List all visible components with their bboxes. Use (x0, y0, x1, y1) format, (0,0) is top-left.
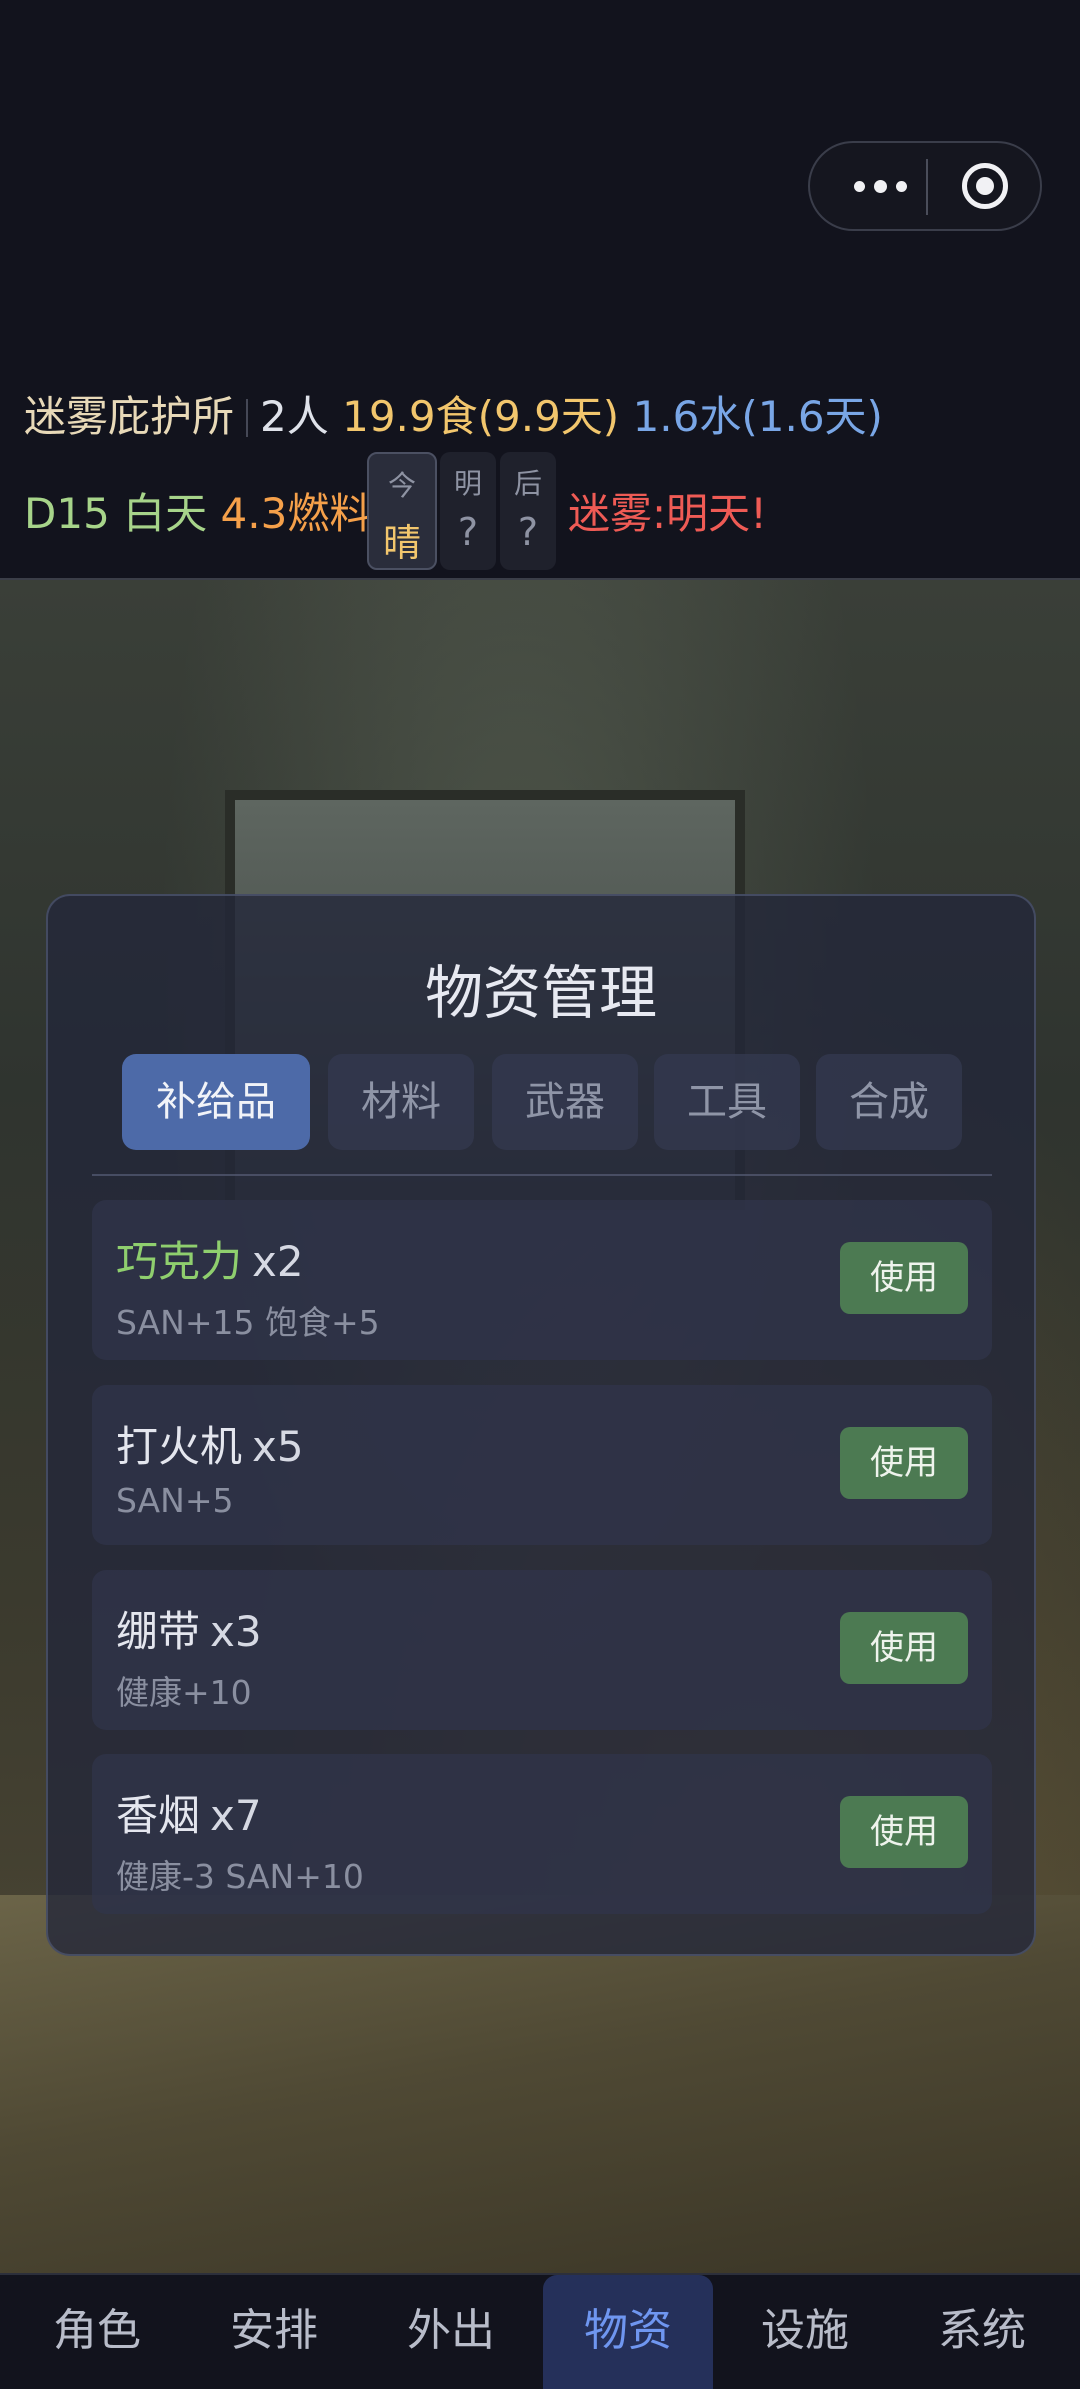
nav-item-character[interactable]: 角色 (12, 2275, 182, 2389)
item-desc: 健康+10 (116, 1673, 252, 1712)
people-count: 2人 (260, 392, 329, 441)
day-counter: D15 (24, 489, 110, 538)
supplies-panel: 物资管理 补给品 材料 武器 工具 合成 巧克力 x2 SAN+15 饱食+5 使… (46, 894, 1036, 1956)
item-qty: x3 (210, 1607, 262, 1656)
more-dots-icon[interactable] (846, 167, 926, 207)
list-item: 绷带 x3 健康+10 使用 (92, 1570, 992, 1730)
weather-day-label: 明 (453, 467, 482, 500)
weather-value: ? (457, 510, 479, 554)
weather-value: ? (517, 510, 539, 554)
weather-day-label: 今 (387, 469, 416, 502)
target-circle-icon[interactable] (962, 163, 1008, 209)
list-item: 打火机 x5 SAN+5 使用 (92, 1385, 992, 1545)
capsule-divider (926, 159, 928, 215)
use-button[interactable]: 使用 (840, 1242, 968, 1314)
item-name-row: 香烟 x7 (116, 1782, 262, 1843)
item-desc: 健康-3 SAN+10 (116, 1857, 364, 1896)
item-name: 巧克力 (116, 1237, 243, 1286)
weather-value: 晴 (382, 521, 421, 565)
miniprogram-capsule (808, 141, 1042, 231)
nav-item-system[interactable]: 系统 (897, 2275, 1067, 2389)
item-qty: x2 (252, 1237, 304, 1286)
item-name-row: 巧克力 x2 (116, 1228, 304, 1289)
list-item: 香烟 x7 健康-3 SAN+10 使用 (92, 1754, 992, 1914)
item-qty: x7 (210, 1791, 262, 1840)
tab-materials[interactable]: 材料 (328, 1054, 474, 1150)
food-stat: 19.9食(9.9天) (342, 392, 620, 441)
bottom-nav: 角色 安排 外出 物资 设施 系统 (0, 2273, 1080, 2389)
item-name: 香烟 (116, 1791, 201, 1840)
item-desc: SAN+5 (116, 1481, 234, 1520)
fuel-stat: 4.3燃料 (220, 489, 372, 538)
tab-tools[interactable]: 工具 (654, 1054, 800, 1150)
tab-crafting[interactable]: 合成 (816, 1054, 962, 1150)
tabs-divider (92, 1174, 992, 1176)
nav-item-outing[interactable]: 外出 (366, 2275, 536, 2389)
tab-weapons[interactable]: 武器 (492, 1054, 638, 1150)
tab-supplies[interactable]: 补给品 (122, 1054, 310, 1150)
use-button[interactable]: 使用 (840, 1612, 968, 1684)
shelter-name: 迷雾庇护所 (24, 392, 235, 441)
item-desc: SAN+15 饱食+5 (116, 1303, 380, 1342)
item-name-row: 绷带 x3 (116, 1598, 262, 1659)
item-qty: x5 (252, 1422, 304, 1471)
weather-day-after: 后 ? (500, 452, 556, 570)
use-button[interactable]: 使用 (840, 1427, 968, 1499)
status-divider (246, 399, 249, 437)
item-name-row: 打火机 x5 (116, 1413, 304, 1474)
water-stat: 1.6水(1.6天) (632, 392, 883, 441)
weather-tomorrow: 明 ? (440, 452, 496, 570)
list-item: 巧克力 x2 SAN+15 饱食+5 使用 (92, 1200, 992, 1360)
weather-today: 今 晴 (367, 452, 437, 570)
fog-warning: 迷雾:明天! (568, 489, 767, 538)
item-name: 打火机 (116, 1422, 243, 1471)
weather-day-label: 后 (513, 467, 542, 500)
item-name: 绷带 (116, 1607, 201, 1656)
nav-item-supplies[interactable]: 物资 (543, 2275, 713, 2389)
status-bar-top: 迷雾庇护所 2人 19.9食(9.9天) 1.6水(1.6天) (24, 383, 883, 444)
nav-item-facilities[interactable]: 设施 (720, 2275, 890, 2389)
use-button[interactable]: 使用 (840, 1796, 968, 1868)
panel-title: 物资管理 (424, 959, 657, 1027)
status-bar-bottom: D15 白天 4.3燃料 (24, 480, 371, 541)
nav-item-arrange[interactable]: 安排 (189, 2275, 359, 2389)
time-of-day: 白天 (123, 489, 208, 538)
